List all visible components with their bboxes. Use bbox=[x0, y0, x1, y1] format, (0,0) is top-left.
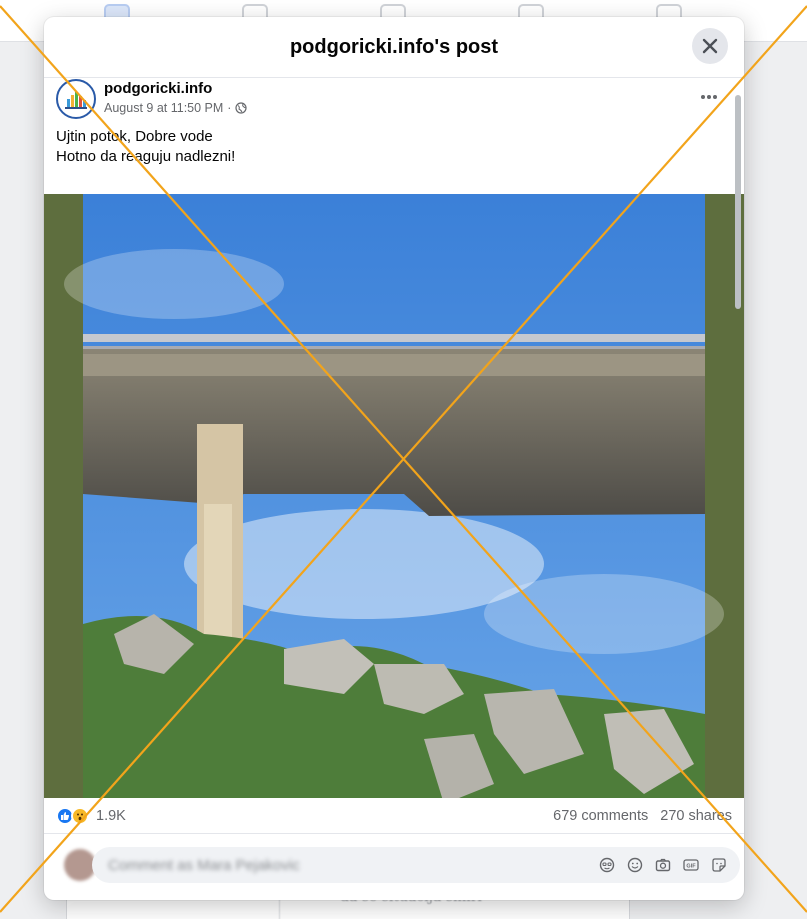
scrollbar-thumb[interactable] bbox=[735, 95, 741, 309]
reactions-summary[interactable]: 1.9K bbox=[56, 806, 126, 825]
gif-icon: GIF bbox=[683, 859, 699, 871]
close-button[interactable] bbox=[692, 28, 728, 64]
comment-placeholder: Comment as Mara Pejakovic bbox=[108, 856, 300, 874]
wow-icon bbox=[71, 806, 89, 825]
emoji-button[interactable] bbox=[626, 856, 644, 874]
close-icon bbox=[702, 38, 718, 54]
post-text-line-1: Ujtin potok, Dobre vode bbox=[56, 128, 213, 145]
svg-text:GIF: GIF bbox=[686, 863, 696, 869]
post-timestamp[interactable]: August 9 at 11:50 PM bbox=[104, 101, 223, 115]
globe-icon bbox=[235, 102, 248, 114]
sticker-icon bbox=[712, 858, 726, 872]
engagement-stats: 679 comments 270 shares bbox=[553, 808, 732, 824]
sticker-button[interactable] bbox=[710, 856, 728, 874]
comment-tools: GIF bbox=[598, 856, 728, 874]
post-text: Ujtin potok, Dobre vode Hotno da reaguju… bbox=[56, 127, 235, 167]
reaction-count[interactable]: 1.9K bbox=[96, 808, 126, 824]
post-scroll-area[interactable]: podgoricki.info August 9 at 11:50 PM · U… bbox=[44, 78, 744, 798]
bridge-photo-image bbox=[44, 194, 744, 798]
more-icon bbox=[701, 95, 717, 99]
camera-icon bbox=[655, 858, 671, 872]
post-modal: podgoricki.info's post podgoricki.info A… bbox=[44, 17, 744, 900]
emoji-icon bbox=[627, 857, 643, 873]
shares-count-link[interactable]: 270 shares bbox=[660, 808, 732, 824]
post-stats-bar: 1.9K 679 comments 270 shares bbox=[44, 798, 744, 834]
comment-composer: Comment as Mara Pejakovic GIF bbox=[56, 845, 740, 885]
comments-count-link[interactable]: 679 comments bbox=[553, 808, 648, 824]
modal-title: podgoricki.info's post bbox=[289, 35, 499, 58]
page-logo-icon bbox=[65, 92, 87, 109]
gif-button[interactable]: GIF bbox=[682, 856, 700, 874]
more-options-button[interactable] bbox=[694, 82, 724, 112]
post-photo[interactable] bbox=[44, 194, 744, 798]
meta-separator: · bbox=[227, 101, 232, 115]
post-meta: August 9 at 11:50 PM · bbox=[104, 101, 248, 115]
post-author[interactable]: podgoricki.info bbox=[104, 80, 212, 97]
page-avatar[interactable] bbox=[56, 79, 96, 119]
post-header: podgoricki.info August 9 at 11:50 PM · bbox=[56, 78, 717, 124]
post-text-line-2: Hotno da reaguju nadlezni! bbox=[56, 148, 236, 165]
modal-header: podgoricki.info's post bbox=[44, 17, 744, 78]
comment-input[interactable]: Comment as Mara Pejakovic GIF bbox=[92, 847, 740, 883]
avatar-sticker-icon bbox=[599, 857, 615, 873]
avatar-sticker-button[interactable] bbox=[598, 856, 616, 874]
photo-button[interactable] bbox=[654, 856, 672, 874]
